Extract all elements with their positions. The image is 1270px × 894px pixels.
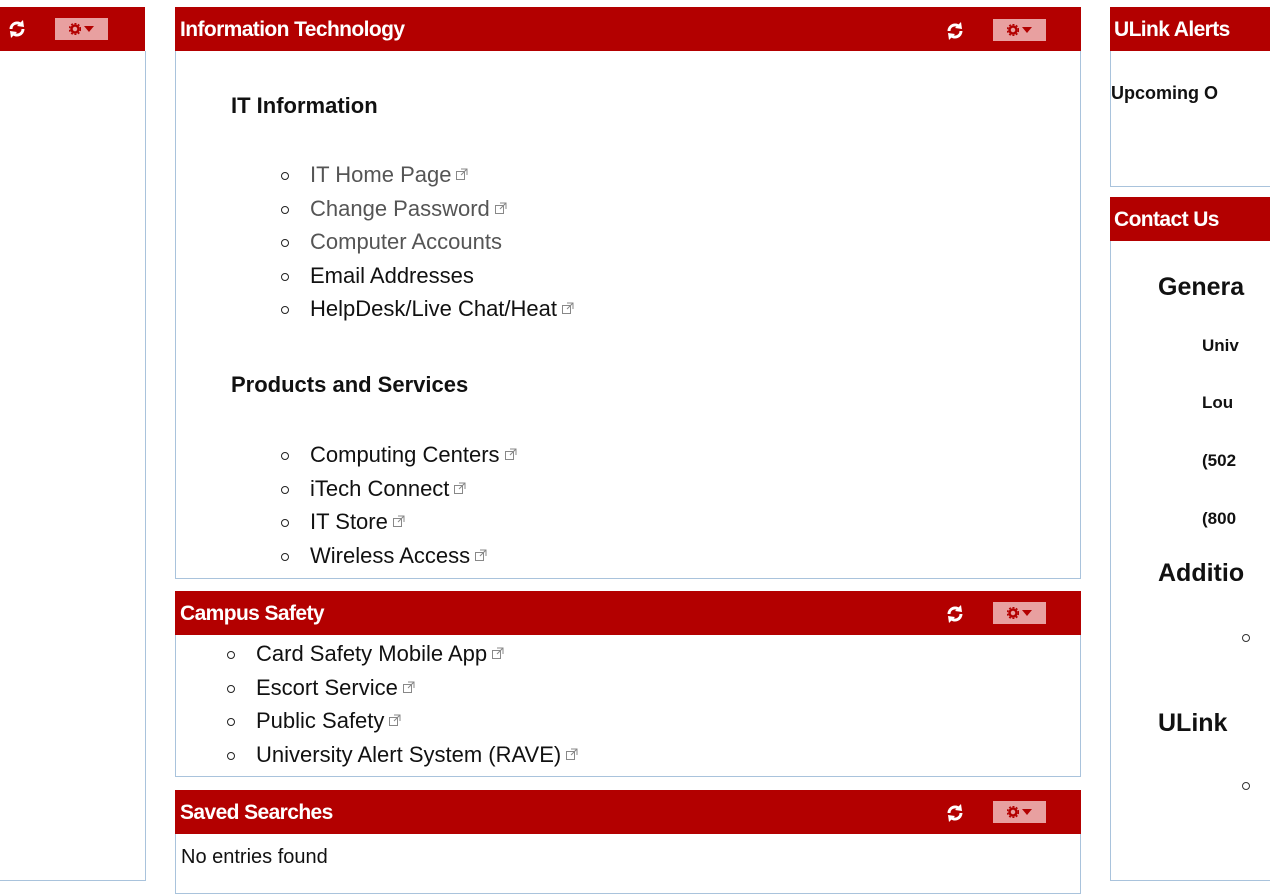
refresh-icon[interactable] <box>944 603 966 625</box>
gear-icon <box>1007 607 1019 619</box>
list-item: Escort Service <box>224 671 579 705</box>
list-item: IT Store <box>278 505 518 539</box>
contact-line: (800 <box>1202 509 1237 528</box>
list-item: University Alert System (RAVE) <box>224 738 579 772</box>
left-portlet-body <box>0 51 146 881</box>
section-heading-it-information: IT Information <box>231 93 378 118</box>
external-link-icon <box>566 748 578 760</box>
external-link-icon <box>562 302 574 315</box>
empty-state-text: No entries found <box>181 846 328 868</box>
options-menu-button[interactable] <box>55 18 108 40</box>
caret-down-icon <box>1022 27 1032 33</box>
refresh-icon[interactable] <box>944 802 966 824</box>
products-services-list: Computing Centers iTech Connect IT Store… <box>278 438 518 572</box>
saved-searches-body: No entries found <box>175 834 1081 894</box>
link-it-store[interactable]: IT Store <box>310 509 388 534</box>
list-item: Public Safety <box>224 704 579 738</box>
list-item: Card Safety Mobile App <box>224 637 579 671</box>
it-portlet-header: Information Technology <box>175 7 1081 51</box>
safety-portlet-title: Campus Safety <box>180 602 325 625</box>
external-link-icon <box>389 714 401 727</box>
caret-down-icon <box>84 26 94 32</box>
external-link-icon <box>402 681 415 693</box>
upcoming-outages-heading: Upcoming O <box>1111 83 1218 103</box>
contact-line: Lou <box>1202 393 1234 412</box>
saved-searches-title: Saved Searches <box>180 801 333 824</box>
link-wireless-access[interactable]: Wireless Access <box>310 543 470 568</box>
refresh-icon[interactable] <box>944 20 966 42</box>
section-heading-products-services: Products and Services <box>231 372 469 397</box>
list-bullet <box>1242 782 1250 790</box>
refresh-icon[interactable] <box>6 18 28 40</box>
general-heading: Genera <box>1158 273 1245 301</box>
link-card-safety-app[interactable]: Card Safety Mobile App <box>256 641 487 666</box>
link-email-addresses[interactable]: Email Addresses <box>310 263 474 288</box>
list-item: Computer Accounts <box>278 225 575 259</box>
contact-line: Univ <box>1202 336 1239 355</box>
it-portlet-title: Information Technology <box>180 18 405 41</box>
external-link-icon <box>392 515 405 528</box>
options-menu-button[interactable] <box>993 801 1046 823</box>
left-portlet-header <box>0 7 145 51</box>
link-it-home-page[interactable]: IT Home Page <box>310 162 451 187</box>
contact-line: (502 <box>1202 451 1237 470</box>
list-item: HelpDesk/Live Chat/Heat <box>278 292 575 326</box>
safety-links-list: Card Safety Mobile App Escort Service Pu… <box>224 637 579 771</box>
link-university-alert-system[interactable]: University Alert System (RAVE) <box>256 742 561 767</box>
gear-icon <box>69 23 81 35</box>
caret-down-icon <box>1022 809 1032 815</box>
options-menu-button[interactable] <box>993 602 1046 624</box>
external-link-icon <box>456 168 468 181</box>
alerts-portlet-title: ULink Alerts <box>1114 18 1230 41</box>
contact-portlet-header: Contact Us <box>1110 197 1270 241</box>
link-computing-centers[interactable]: Computing Centers <box>310 442 500 467</box>
list-item: Change Password <box>278 192 575 226</box>
contact-portlet-body: Genera Univ Lou (502 (800 Additio ULink <box>1110 241 1270 881</box>
it-portlet-body: IT Information IT Home Page Change Passw… <box>175 51 1081 579</box>
options-menu-button[interactable] <box>993 19 1046 41</box>
safety-portlet-header: Campus Safety <box>175 591 1081 635</box>
list-item: Computing Centers <box>278 438 518 472</box>
external-link-icon <box>475 549 487 561</box>
link-computer-accounts[interactable]: Computer Accounts <box>310 229 502 254</box>
alerts-portlet-header: ULink Alerts <box>1110 7 1270 51</box>
list-bullet <box>1242 634 1250 642</box>
external-link-icon <box>454 482 466 494</box>
link-change-password[interactable]: Change Password <box>310 196 490 221</box>
saved-searches-header: Saved Searches <box>175 790 1081 834</box>
it-information-list: IT Home Page Change Password Computer Ac… <box>278 158 575 326</box>
alerts-portlet-body: Upcoming O <box>1110 51 1270 187</box>
gear-icon <box>1007 806 1019 818</box>
list-item: iTech Connect <box>278 472 518 506</box>
list-item: Email Addresses <box>278 259 575 293</box>
link-itech-connect[interactable]: iTech Connect <box>310 476 449 501</box>
gear-icon <box>1007 24 1019 36</box>
safety-portlet-body: Card Safety Mobile App Escort Service Pu… <box>175 635 1081 777</box>
external-link-icon <box>504 448 517 461</box>
additional-heading: Additio <box>1158 559 1245 587</box>
external-link-icon <box>492 647 504 660</box>
list-item: Wireless Access <box>278 539 518 573</box>
link-public-safety[interactable]: Public Safety <box>256 708 384 733</box>
link-escort-service[interactable]: Escort Service <box>256 675 398 700</box>
external-link-icon <box>494 202 507 214</box>
contact-portlet-title: Contact Us <box>1114 208 1219 231</box>
ulink-heading: ULink <box>1158 709 1228 737</box>
caret-down-icon <box>1022 610 1032 616</box>
list-item: IT Home Page <box>278 158 575 192</box>
link-helpdesk[interactable]: HelpDesk/Live Chat/Heat <box>310 296 557 321</box>
